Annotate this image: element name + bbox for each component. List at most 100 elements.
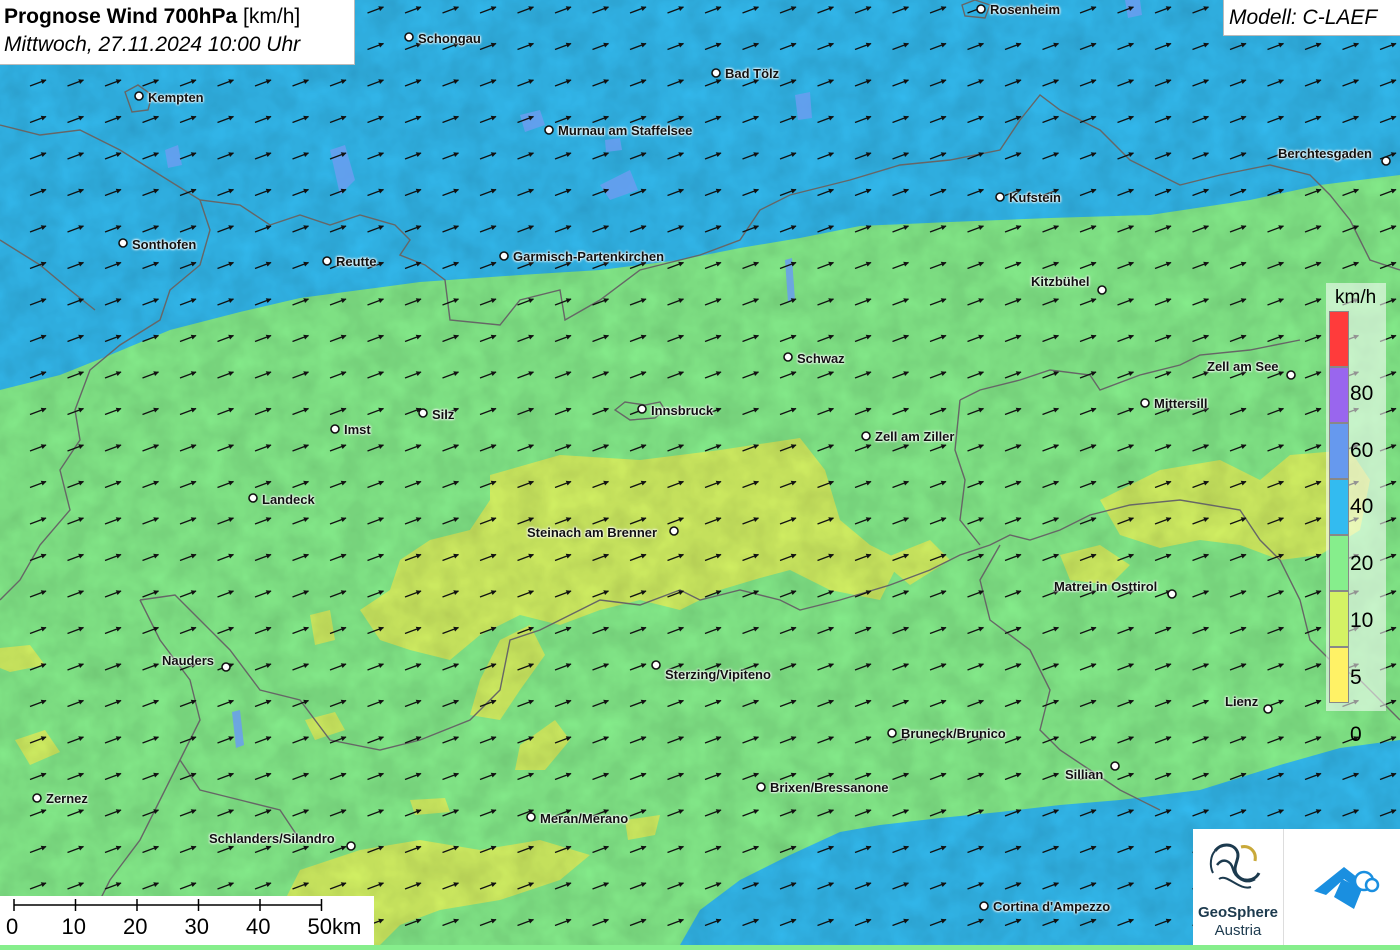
- city-label: Rosenheim: [990, 2, 1061, 17]
- city-label: Meran/Merano: [540, 811, 629, 826]
- legend-label: 5: [1350, 665, 1362, 689]
- city-marker-icon: [861, 431, 871, 441]
- map-title-unit: [km/h]: [243, 5, 301, 28]
- weather-app-logo-icon: [1314, 867, 1380, 909]
- city-label: Bruneck/Brunico: [901, 726, 1006, 741]
- city-label: Steinach am Brenner: [527, 525, 658, 540]
- city-marker-icon: [418, 408, 428, 418]
- map-title-main: Prognose Wind 700hPa: [4, 5, 238, 28]
- city-label: Mittersill: [1154, 396, 1208, 411]
- city-marker-icon: [637, 404, 647, 414]
- city-label: Landeck: [262, 492, 315, 507]
- city-label: Lienz: [1225, 694, 1259, 709]
- city-label: Kitzbühel: [1031, 274, 1090, 289]
- scale-label: 50km: [307, 914, 362, 939]
- city-label: Schongau: [418, 31, 481, 46]
- city-marker-icon: [979, 901, 989, 911]
- city-marker-icon: [330, 424, 340, 434]
- wind-map: [0, 0, 1400, 945]
- city-label: Zell am See: [1207, 359, 1279, 374]
- legend-label: 40: [1350, 495, 1374, 519]
- city-marker-icon: [1381, 156, 1391, 166]
- model-label: Modell: C-LAEF: [1229, 6, 1378, 29]
- legend-unit: km/h: [1335, 287, 1377, 308]
- city-label: Cortina d'Ampezzo: [993, 899, 1111, 914]
- legend-color-swatch: [1329, 423, 1349, 479]
- geosphere-logo-icon: [1209, 843, 1261, 889]
- scale-label: 10: [61, 914, 86, 939]
- city-marker-icon: [887, 728, 897, 738]
- city-label: Bad Tölz: [725, 66, 780, 81]
- city-marker-icon: [976, 4, 986, 14]
- city-marker-icon: [134, 91, 144, 101]
- legend-color-swatch: [1329, 311, 1349, 367]
- city-marker-icon: [544, 125, 554, 135]
- title-panel: Prognose Wind 700hPa [km/h] Mittwoch, 27…: [0, 0, 355, 65]
- legend-color-swatch: [1329, 647, 1349, 703]
- geosphere-logo: GeoSphere Austria: [1193, 829, 1281, 945]
- city-marker-icon: [526, 812, 536, 822]
- city-label: Schwaz: [797, 351, 845, 366]
- city-marker-icon: [346, 841, 356, 851]
- city-marker-icon: [995, 192, 1005, 202]
- city-label: Murnau am Staffelsee: [558, 123, 693, 138]
- city-label: Zell am Ziller: [875, 429, 955, 444]
- legend-label: 10: [1350, 609, 1374, 632]
- city-label: Kempten: [148, 90, 204, 105]
- city-label: Imst: [344, 422, 371, 437]
- legend-color-bar: [1329, 311, 1349, 703]
- city-marker-icon: [404, 32, 414, 42]
- city-marker-icon: [32, 793, 42, 803]
- city-label: Matrei in Osttirol: [1054, 579, 1158, 594]
- color-legend: km/h 80 60 40 20 10 5 0: [1326, 283, 1386, 746]
- logo-line2: Austria: [1214, 922, 1262, 939]
- legend-label: 0: [1350, 722, 1362, 746]
- city-label: Silz: [432, 407, 455, 422]
- legend-color-swatch: [1329, 591, 1349, 647]
- city-marker-icon: [1286, 370, 1296, 380]
- logo-line1: GeoSphere: [1197, 904, 1279, 921]
- city-label: Garmisch-Partenkirchen: [513, 249, 665, 264]
- city-marker-icon: [1263, 704, 1273, 714]
- weather-app-logo: [1283, 829, 1400, 945]
- logo-panel: GeoSphere Austria: [1193, 829, 1400, 945]
- city-marker-icon: [322, 256, 332, 266]
- map-subtitle: Mittwoch, 27.11.2024 10:00 Uhr: [4, 33, 301, 56]
- legend-label: 80: [1350, 381, 1374, 405]
- city-marker-icon: [1110, 761, 1120, 771]
- city-label: Kufstein: [1009, 190, 1061, 205]
- map-title: Prognose Wind 700hPa [km/h]: [4, 5, 300, 29]
- city-label: Nauders: [162, 653, 215, 668]
- city-marker-icon: [1097, 285, 1107, 295]
- city-marker-icon: [669, 526, 679, 536]
- scale-label: 0: [6, 914, 19, 939]
- city-marker-icon: [499, 251, 509, 261]
- city-marker-icon: [756, 782, 766, 792]
- city-marker-icon: [783, 352, 793, 362]
- legend-color-swatch: [1329, 535, 1349, 591]
- legend-color-swatch: [1329, 367, 1349, 423]
- city-label: Schlanders/Silandro: [209, 831, 335, 846]
- city-marker-icon: [1140, 398, 1150, 408]
- city-marker-icon: [651, 660, 661, 670]
- city-marker-icon: [248, 493, 258, 503]
- city-label: Sterzing/Vipiteno: [665, 667, 771, 682]
- city-marker-icon: [118, 238, 128, 248]
- scale-label: 30: [184, 914, 209, 939]
- city-label: Sillian: [1065, 767, 1104, 782]
- legend-color-swatch: [1329, 479, 1349, 535]
- city-marker-icon: [1167, 589, 1177, 599]
- legend-label: 20: [1350, 552, 1374, 576]
- scale-label: 20: [123, 914, 148, 939]
- model-panel: Modell: C-LAEF: [1223, 0, 1400, 36]
- city-label: Berchtesgaden: [1278, 146, 1372, 161]
- city-label: Zernez: [46, 791, 88, 806]
- city-label: Innsbruck: [651, 403, 714, 418]
- city-marker-icon: [711, 68, 721, 78]
- scale-bar: 0 10 20 30 40 50km: [0, 896, 374, 945]
- city-label: Reutte: [336, 254, 377, 269]
- legend-label: 60: [1350, 438, 1374, 462]
- city-marker-icon: [221, 662, 231, 672]
- city-label: Brixen/Bressanone: [770, 780, 889, 795]
- city-label: Sonthofen: [132, 237, 197, 252]
